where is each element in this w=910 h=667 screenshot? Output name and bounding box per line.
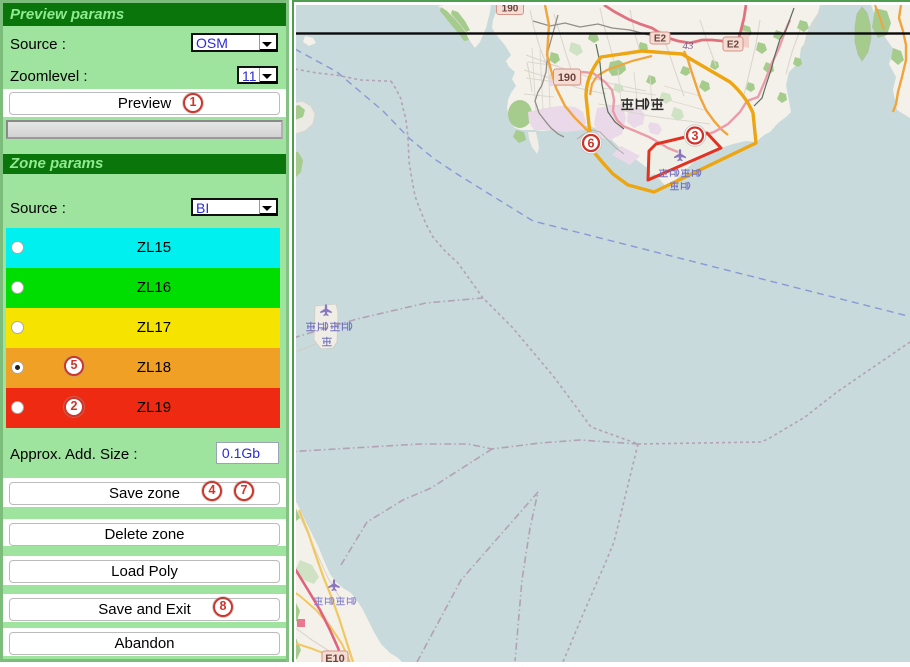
svg-text:190: 190: [502, 5, 519, 15]
svg-text:43: 43: [683, 40, 695, 52]
svg-text:E2: E2: [654, 34, 667, 45]
svg-text:E10: E10: [325, 653, 345, 662]
svg-text:6: 6: [588, 136, 595, 150]
svg-text:3: 3: [692, 129, 699, 143]
svg-text:190: 190: [558, 72, 576, 84]
svg-text:E2: E2: [727, 40, 740, 51]
